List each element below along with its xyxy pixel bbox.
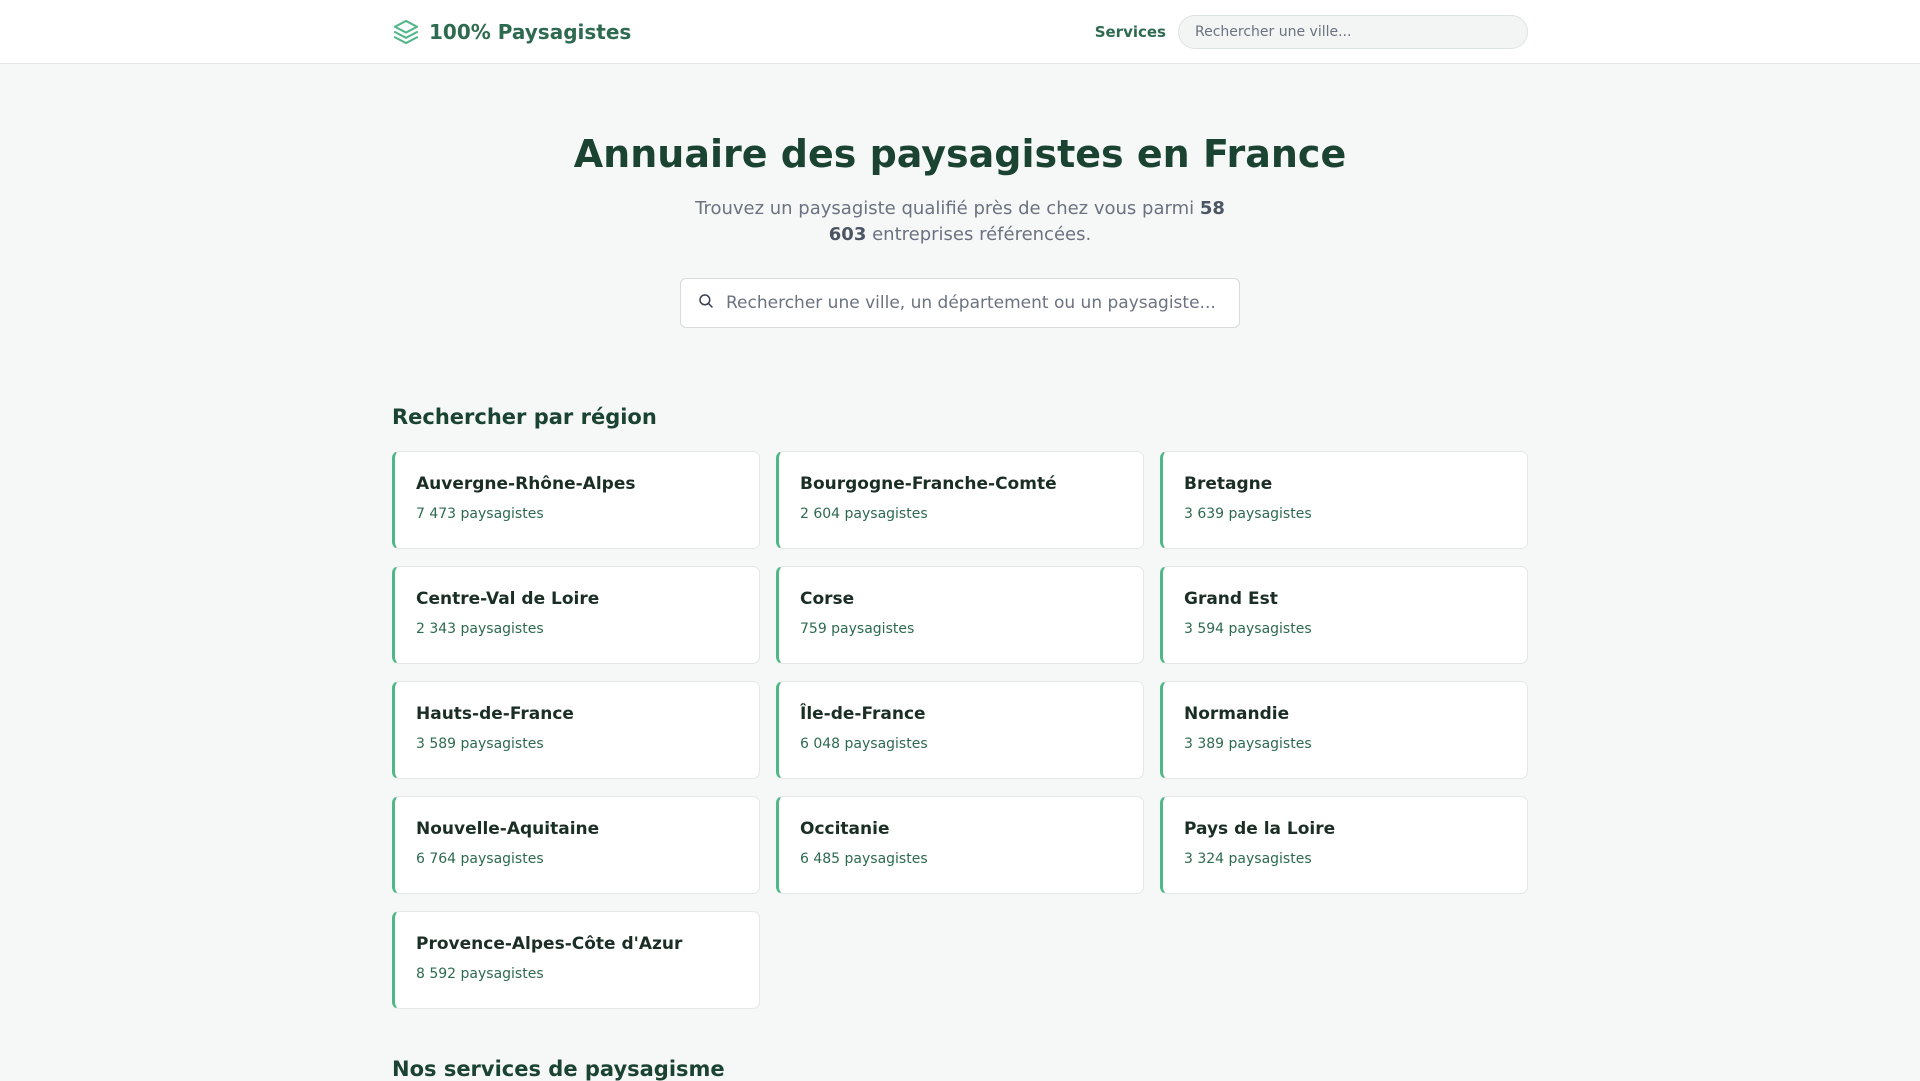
region-name: Bourgogne-Franche-Comté: [800, 474, 1057, 494]
region-card[interactable]: Auvergne-Rhône-Alpes 7 473 paysagistes: [392, 451, 760, 549]
region-name: Centre-Val de Loire: [416, 589, 600, 609]
nav-services-link[interactable]: Services: [1095, 23, 1166, 41]
nav-right: Services: [1095, 15, 1528, 49]
regions-grid: Auvergne-Rhône-Alpes 7 473 paysagistes Bou…: [392, 451, 1528, 1009]
region-card[interactable]: Pays de la Loire 3 324 paysagistes: [1160, 796, 1528, 894]
region-card[interactable]: Nouvelle-Aquitaine 6 764 paysagistes: [392, 796, 760, 894]
region-count: 7 473 paysagistes: [416, 506, 544, 522]
services-section-title: Nos services de paysagisme: [392, 1057, 725, 1081]
region-card[interactable]: Provence-Alpes-Côte d'Azur 8 592 paysagis…: [392, 911, 760, 1009]
region-card[interactable]: Grand Est 3 594 paysagistes: [1160, 566, 1528, 664]
hero-search-input[interactable]: [681, 278, 1239, 327]
region-count: 6 048 paysagistes: [800, 736, 928, 752]
region-count: 3 324 paysagistes: [1184, 851, 1312, 867]
region-name: Île-de-France: [800, 704, 926, 724]
region-name: Hauts-de-France: [416, 704, 574, 724]
region-card[interactable]: Bretagne 3 639 paysagistes: [1160, 451, 1528, 549]
region-card[interactable]: Occitanie 6 485 paysagistes: [776, 796, 1144, 894]
region-name: Pays de la Loire: [1184, 819, 1336, 839]
navbar-inner: 100% Paysagistes Services: [392, 0, 1528, 64]
region-card[interactable]: Normandie 3 389 paysagistes: [1160, 681, 1528, 779]
region-card[interactable]: Corse 759 paysagistes: [776, 566, 1144, 664]
navbar-search-input[interactable]: [1178, 15, 1528, 49]
region-count: 2 604 paysagistes: [800, 506, 928, 522]
top-navbar: 100% Paysagistes Services: [0, 0, 1920, 64]
region-count: 759 paysagistes: [800, 621, 915, 637]
region-name: Corse: [800, 589, 855, 609]
regions-section-title: Rechercher par région: [392, 405, 657, 429]
region-card[interactable]: Île-de-France 6 048 paysagistes: [776, 681, 1144, 779]
region-card[interactable]: Hauts-de-France 3 589 paysagistes: [392, 681, 760, 779]
layers-icon: [393, 19, 419, 45]
hero-subtitle: Trouvez un paysagiste qualifié près de c…: [680, 196, 1240, 248]
hero-search-box: [680, 277, 1240, 328]
region-name: Occitanie: [800, 819, 890, 839]
page-title: Annuaire des paysagistes en France: [573, 132, 1347, 176]
region-name: Bretagne: [1184, 474, 1273, 494]
region-name: Provence-Alpes-Côte d'Azur: [416, 934, 683, 954]
hero-subtitle-suffix: entreprises référencées.: [866, 223, 1092, 245]
brand-link[interactable]: 100% Paysagistes: [392, 18, 631, 46]
region-count: 8 592 paysagistes: [416, 966, 544, 982]
hero-section: Annuaire des paysagistes en France Trouv…: [0, 64, 1920, 328]
region-name: Grand Est: [1184, 589, 1278, 609]
brand-name: 100% Paysagistes: [429, 20, 632, 44]
region-count: 3 389 paysagistes: [1184, 736, 1312, 752]
region-name: Nouvelle-Aquitaine: [416, 819, 600, 839]
region-card[interactable]: Bourgogne-Franche-Comté 2 604 paysagistes: [776, 451, 1144, 549]
region-count: 3 594 paysagistes: [1184, 621, 1312, 637]
region-card[interactable]: Centre-Val de Loire 2 343 paysagistes: [392, 566, 760, 664]
hero-subtitle-prefix: Trouvez un paysagiste qualifié près de c…: [695, 197, 1200, 219]
region-count: 3 639 paysagistes: [1184, 506, 1312, 522]
region-count: 2 343 paysagistes: [416, 621, 544, 637]
region-name: Auvergne-Rhône-Alpes: [416, 474, 636, 494]
region-count: 6 764 paysagistes: [416, 851, 544, 867]
region-count: 3 589 paysagistes: [416, 736, 544, 752]
region-name: Normandie: [1184, 704, 1290, 724]
search-icon: [699, 294, 713, 308]
region-count: 6 485 paysagistes: [800, 851, 928, 867]
